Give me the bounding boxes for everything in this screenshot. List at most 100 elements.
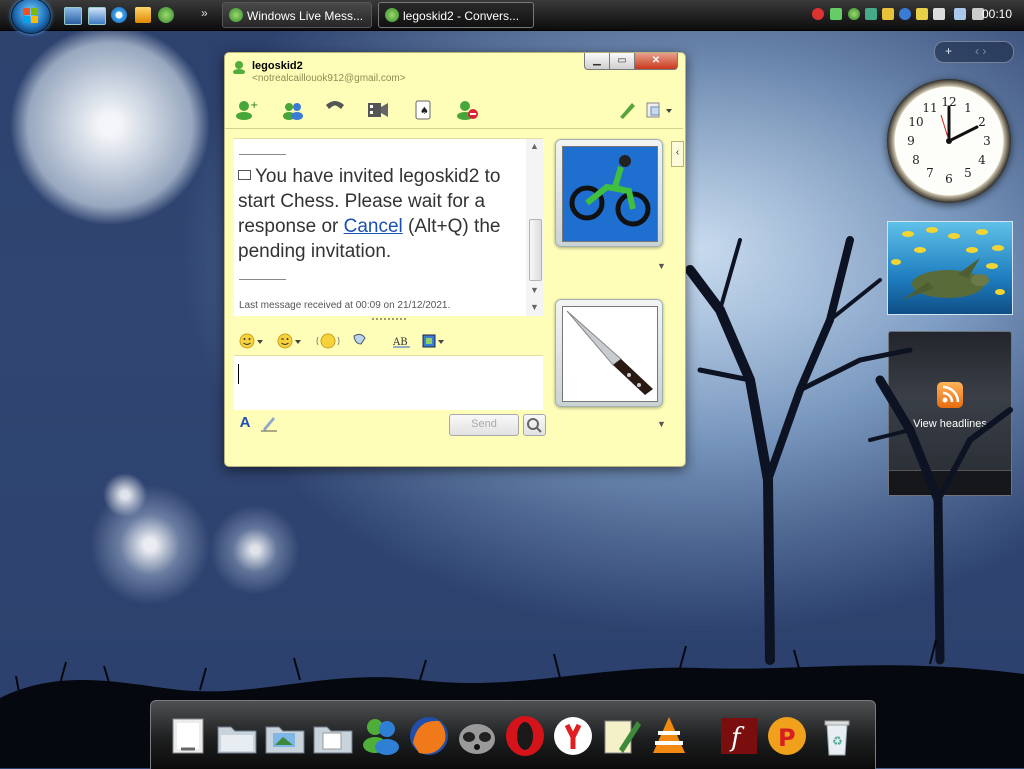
contact-email: <notrealcaillouok912@gmail.com> [252,73,406,84]
collapse-panel-button[interactable]: ‹ [671,141,684,167]
raccoon-icon[interactable] [455,713,499,759]
themes-icon[interactable] [616,99,640,121]
toolbar-divider [225,128,683,129]
switch-windows-icon[interactable] [88,7,106,25]
people-icon[interactable] [865,8,877,20]
formatting-toolbar: AB [234,328,543,354]
scroll-down-icon[interactable]: ▼ [530,285,539,295]
start-button[interactable] [11,0,51,34]
show-desktop-icon[interactable] [64,7,82,25]
font-icon[interactable]: A [235,414,255,432]
messenger-icon[interactable] [158,7,174,23]
search-icon[interactable] [523,414,546,436]
shield-icon[interactable] [812,8,824,20]
opera-icon[interactable] [503,713,547,759]
battery-icon[interactable] [916,8,928,20]
invite-icon[interactable]: + [235,99,259,121]
dp-menu-icon[interactable]: ▼ [657,419,666,429]
svg-text:7: 7 [926,166,934,180]
spellcheck-icon[interactable]: AB [392,332,418,350]
send-button[interactable]: Send [449,414,519,436]
documents-icon[interactable] [167,713,211,759]
call-icon[interactable] [323,99,347,121]
monitor-icon[interactable] [933,8,945,20]
dp-menu-icon[interactable]: ▼ [657,261,666,271]
games-icon[interactable]: ♠ [412,99,436,121]
svg-text:AB: AB [392,337,408,348]
message-input[interactable] [234,355,543,410]
maximize-button[interactable]: ▭ [609,53,635,70]
more-quick-launch-icon[interactable]: » [201,6,208,20]
share-files-icon[interactable] [281,99,305,121]
task-windows-live-messenger[interactable]: Windows Live Mess... [222,2,372,28]
close-button[interactable]: ✕ [634,53,678,70]
vlc-icon[interactable] [647,713,691,759]
user-display-picture[interactable] [555,299,663,407]
yandex-icon[interactable] [551,713,595,759]
help-icon[interactable] [899,8,911,20]
task-label: legoskid2 - Convers... [403,9,520,23]
background-icon[interactable] [421,332,447,350]
svg-text:P: P [778,724,796,752]
svg-text:4: 4 [978,153,986,167]
last-message-timestamp: Last message received at 00:09 on 21/12/… [239,300,451,311]
contact-status-icon [232,60,246,75]
paint-icon[interactable]: P [765,713,809,759]
voice-clip-icon[interactable] [351,332,377,350]
block-icon[interactable] [456,99,480,121]
minimize-button[interactable]: ▁ [584,53,610,70]
dock: f P ♻ [150,700,876,769]
taskbar-clock[interactable]: 00:10 [982,7,1012,21]
contact-name: legoskid2 [252,60,303,72]
folder-pictures-icon[interactable] [263,713,307,759]
notepad-icon[interactable] [599,713,643,759]
media-player-icon[interactable] [135,7,151,23]
messenger-icon [229,8,243,22]
wink-icon[interactable] [277,332,303,350]
security-icon[interactable] [882,8,894,20]
text-caret [238,364,239,384]
firefox-icon[interactable] [407,713,451,759]
network-status-icon[interactable] [830,8,842,20]
svg-text:2: 2 [978,115,986,129]
svg-text:♠: ♠ [420,106,429,117]
activities-icon[interactable] [644,99,674,121]
handwriting-icon[interactable] [259,414,279,432]
chat-scrollbar[interactable]: ▲ ▼ ▼ [526,139,543,316]
messenger-icon[interactable] [359,713,403,759]
chat-history-panel[interactable]: You have invited legoskid2 to start Ches… [234,138,543,316]
taskbar: » Windows Live Mess... legoskid2 - Conve… [0,0,1024,34]
task-conversation[interactable]: legoskid2 - Convers... [378,2,534,28]
nudge-icon[interactable] [316,332,342,350]
envelope-icon [238,170,251,180]
network-icon[interactable] [954,8,966,20]
svg-text:10: 10 [908,115,923,129]
window-controls: ▁ ▭ ✕ [584,53,679,71]
contact-display-picture[interactable] [555,139,663,247]
motocross-image [562,146,658,242]
knife-image [562,306,658,402]
internet-explorer-icon[interactable] [111,7,127,23]
svg-text:+: + [250,100,258,111]
conversation-toolbar: + ♠ [225,93,683,127]
folder-documents-icon[interactable] [311,713,355,759]
flash-icon[interactable]: f [717,713,761,759]
add-gadget-button[interactable]: + [945,44,952,58]
folder-icon[interactable] [215,713,259,759]
scroll-thumb[interactable] [529,219,542,281]
windows-flag-icon [23,8,39,24]
svg-text:9: 9 [907,134,915,148]
cancel-invitation-link[interactable]: Cancel [344,216,403,237]
messenger-icon[interactable] [848,8,860,20]
sidebar-nav-arrows[interactable]: ‹ › [975,44,986,58]
scroll-down-icon[interactable]: ▼ [530,302,539,312]
svg-text:3: 3 [983,134,991,148]
resize-grip[interactable] [372,318,406,323]
scroll-up-icon[interactable]: ▲ [530,141,539,151]
svg-text:1: 1 [964,101,972,115]
recycle-bin-icon[interactable]: ♻ [815,713,859,759]
task-label: Windows Live Mess... [247,9,364,23]
video-icon[interactable] [366,99,390,121]
message-divider [239,154,286,155]
emoticon-icon[interactable] [239,332,265,350]
